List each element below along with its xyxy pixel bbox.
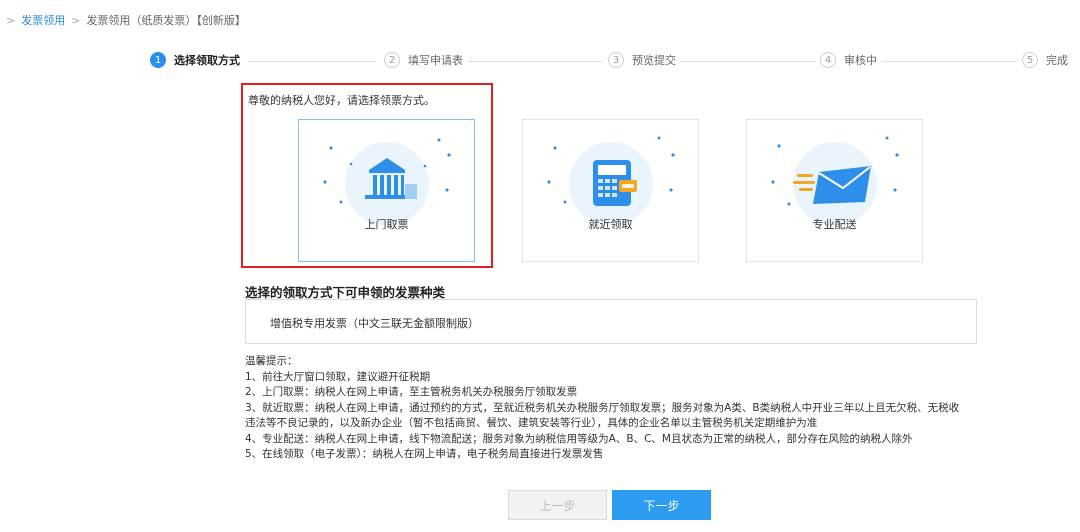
step-label: 选择领取方式 xyxy=(174,54,240,67)
tip-line: 4、专业配送：纳税人在网上申请，线下物流配送；服务对象为纳税信用等级为A、B、C… xyxy=(245,432,913,445)
step-connector xyxy=(882,61,1018,62)
step-5: 5 完成 xyxy=(1022,52,1068,68)
step-4: 4 审核中 xyxy=(820,52,877,68)
invoice-type-box: 增值税专用发票（中文三联无金额限制版） xyxy=(245,299,977,344)
tip-line: 违法等不良记录的，以及新办企业（暂不包括商贸、餐饮、建筑安装等行业），具体的企业… xyxy=(245,417,818,429)
breadcrumb-separator: > xyxy=(71,14,81,27)
step-connector xyxy=(680,61,816,62)
tips-title: 温馨提示： xyxy=(245,355,298,367)
step-label: 预览提交 xyxy=(632,54,676,67)
tip-line: 5、在线领取（电子发票）：纳税人在网上申请，电子税务局直接进行发票发售 xyxy=(245,448,604,460)
step-number: 5 xyxy=(1022,52,1038,68)
invoice-type-text: 增值税专用发票（中文三联无金额限制版） xyxy=(270,317,479,330)
tips-panel: 温馨提示： 1、前往大厅窗口领取，建议避开征税期 2、上门取票：纳税人在网上申请… xyxy=(245,354,1045,463)
envelope-delivery-icon xyxy=(771,136,899,206)
option-card-pickup[interactable]: 上门取票 xyxy=(298,119,475,262)
step-number: 1 xyxy=(150,52,166,68)
option-label: 专业配送 xyxy=(812,218,857,231)
step-number: 4 xyxy=(820,52,836,68)
option-card-delivery[interactable]: 专业配送 xyxy=(746,119,923,262)
step-label: 完成 xyxy=(1046,54,1068,67)
invoice-terminal-icon xyxy=(547,136,675,206)
breadcrumb-separator: > xyxy=(6,14,16,27)
step-connector xyxy=(468,61,602,62)
breadcrumb-root-link[interactable]: 发票领用 xyxy=(21,14,65,27)
option-card-nearby[interactable]: 就近领取 xyxy=(522,119,699,262)
step-3: 3 预览提交 xyxy=(608,52,676,68)
step-number: 3 xyxy=(608,52,624,68)
previous-step-button[interactable]: 上一步 xyxy=(508,490,607,520)
bank-building-icon xyxy=(323,138,451,204)
tip-line: 3、就近取票：纳税人在网上申请，通过预约的方式，至就近税务机关办税服务厅领取发票… xyxy=(245,401,960,414)
option-label: 就近领取 xyxy=(588,218,633,231)
step-number: 2 xyxy=(384,52,400,68)
tip-line: 1、前往大厅窗口领取，建议避开征税期 xyxy=(245,370,431,383)
step-connector xyxy=(248,61,376,62)
step-1: 1 选择领取方式 xyxy=(150,52,240,68)
step-label: 审核中 xyxy=(844,54,877,67)
step-label: 填写申请表 xyxy=(408,54,463,67)
step-2: 2 填写申请表 xyxy=(384,52,463,68)
step-progress: 1 选择领取方式 2 填写申请表 3 预览提交 4 审核中 5 完成 xyxy=(150,52,1080,72)
next-step-button[interactable]: 下一步 xyxy=(612,490,711,520)
breadcrumb-current: 发票领用（纸质发票）【创新版】 xyxy=(86,14,246,27)
greeting-text: 尊敬的纳税人您好，请选择领票方式。 xyxy=(248,94,435,107)
option-label: 上门取票 xyxy=(364,218,409,231)
breadcrumb: > 发票领用 > 发票领用（纸质发票）【创新版】 xyxy=(0,12,246,28)
tip-line: 2、上门取票：纳税人在网上申请，至主管税务机关办税服务厅领取发票 xyxy=(245,386,578,398)
